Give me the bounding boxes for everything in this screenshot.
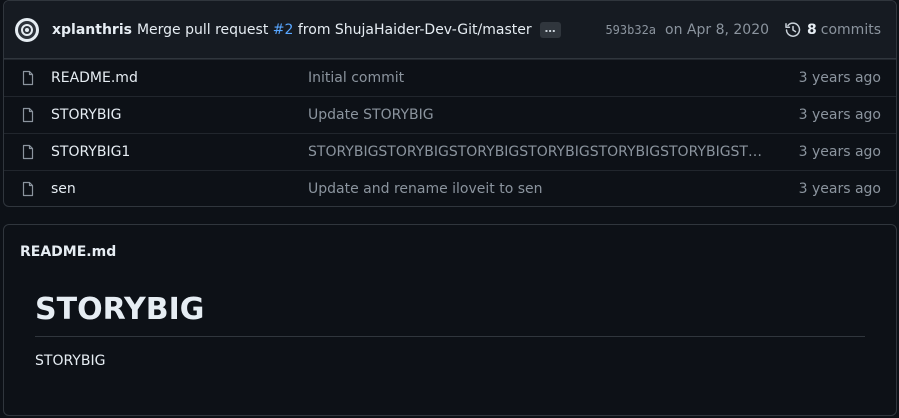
file-name[interactable]: README.md (51, 70, 138, 86)
commit-date: on Apr 8, 2020 (665, 21, 770, 38)
file-age: 3 years ago (798, 107, 881, 123)
readme-heading: STORYBIG (35, 292, 865, 337)
file-name[interactable]: sen (51, 181, 76, 197)
expand-message-button[interactable]: … (539, 21, 561, 38)
file-age: 3 years ago (798, 70, 881, 86)
file-commit-message[interactable]: Update STORYBIG (308, 107, 768, 123)
commit-author[interactable]: xplanthris (52, 22, 132, 38)
file-age: 3 years ago (798, 181, 881, 197)
readme-box: README.md STORYBIG STORYBIG (3, 224, 897, 416)
file-icon (22, 181, 34, 197)
file-row[interactable]: README.md Initial commit 3 years ago (4, 59, 896, 96)
file-age: 3 years ago (798, 144, 881, 160)
commit-count: 8 (807, 21, 817, 38)
history-icon (785, 21, 801, 37)
file-icon (22, 70, 34, 86)
file-name[interactable]: STORYBIG (51, 107, 121, 123)
file-row[interactable]: STORYBIG1 STORYBIGSTORYBIGSTORYBIGSTORYB… (4, 133, 896, 170)
readme-title[interactable]: README.md (4, 225, 896, 278)
pr-link[interactable]: #2 (273, 22, 294, 38)
file-commit-message[interactable]: Initial commit (308, 70, 768, 86)
commit-sha[interactable]: 593b32a (605, 23, 656, 37)
avatar-icon (18, 20, 36, 39)
avatar[interactable] (15, 17, 39, 42)
file-commit-message[interactable]: STORYBIGSTORYBIGSTORYBIGSTORYBIGSTORYBIG… (308, 144, 768, 160)
file-icon (22, 144, 34, 160)
commit-message[interactable]: Merge pull request #2 from ShujaHaider-D… (137, 22, 532, 38)
file-row[interactable]: sen Update and rename iloveit to sen 3 y… (4, 170, 896, 206)
latest-commit-bar: xplanthris Merge pull request #2 from Sh… (4, 1, 896, 59)
commits-link[interactable]: 8 commits (785, 22, 881, 38)
commit-message-suffix[interactable]: from ShujaHaider-Dev-Git/master (298, 22, 532, 38)
file-list-box: xplanthris Merge pull request #2 from Sh… (3, 0, 897, 207)
file-commit-message[interactable]: Update and rename iloveit to sen (308, 181, 768, 197)
readme-content: STORYBIG STORYBIG (4, 292, 896, 369)
file-row[interactable]: STORYBIG Update STORYBIG 3 years ago (4, 96, 896, 133)
file-name[interactable]: STORYBIG1 (51, 144, 130, 160)
commit-message-prefix[interactable]: Merge pull request (137, 22, 268, 38)
commits-label: commits (820, 21, 881, 38)
readme-paragraph: STORYBIG (35, 353, 106, 369)
file-icon (22, 107, 34, 123)
